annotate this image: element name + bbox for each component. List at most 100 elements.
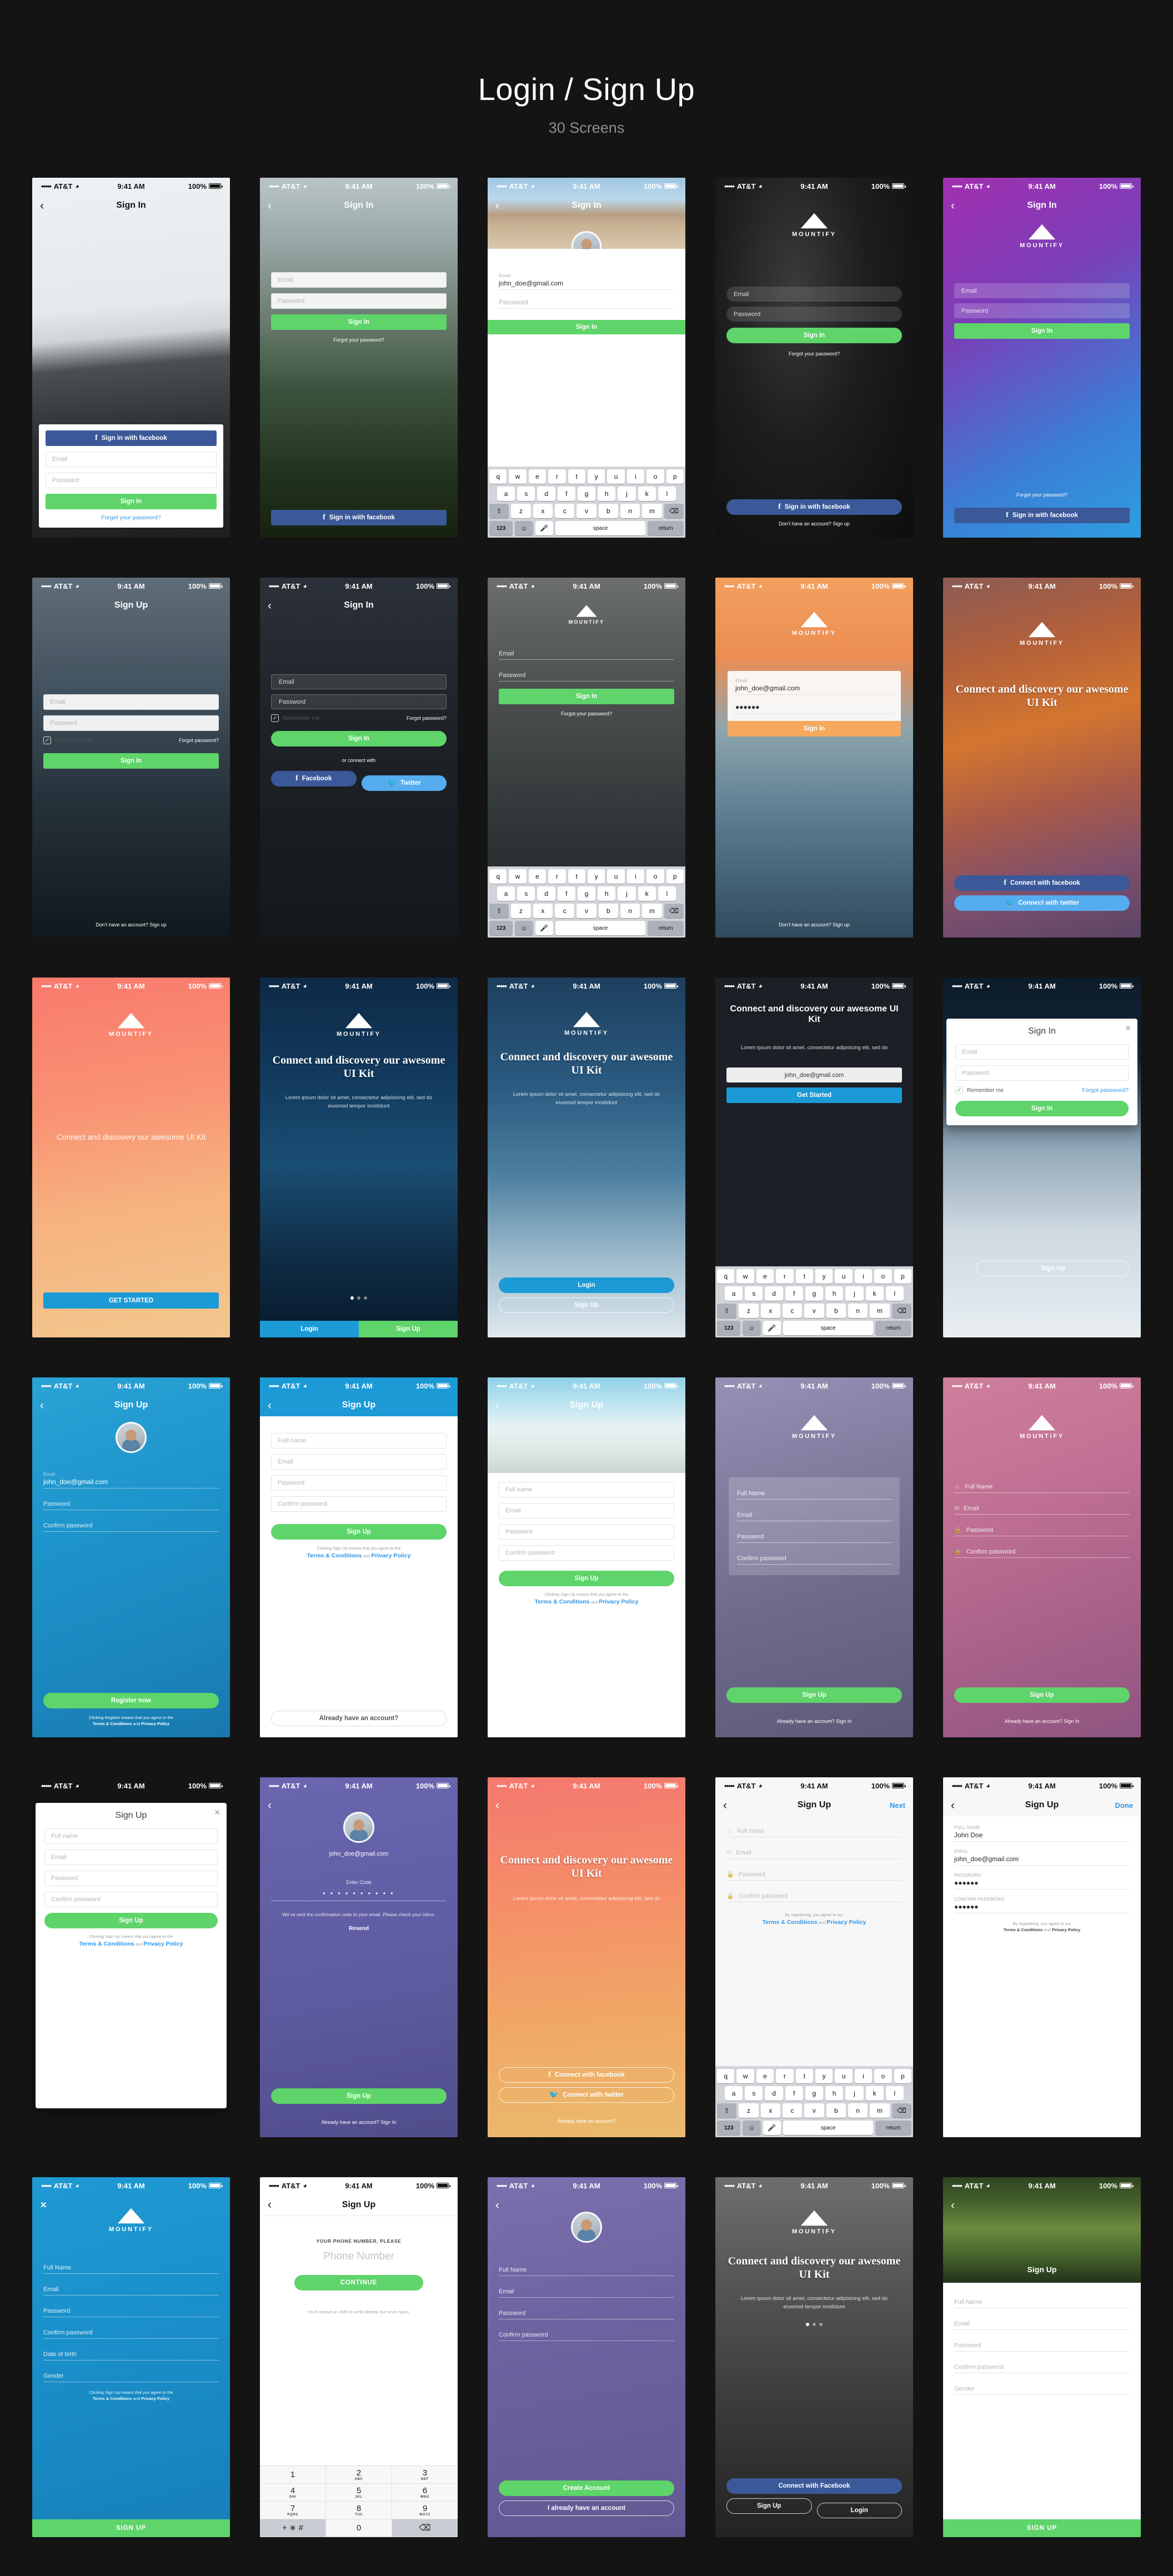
terms-link[interactable]: Terms & Conditions (307, 1552, 362, 1559)
signin-link[interactable]: Already have an account? Sign In (943, 1718, 1141, 1724)
key[interactable]: y (815, 2069, 833, 2083)
screen-signup-violet[interactable]: ••••• AT&T ◕ 9:41 AM 100% MOUNTIFY Full Na… (715, 1377, 913, 1737)
screen-onboarding-city[interactable]: ••••• AT&T ◕ 9:41 AM 100% MOUNTIFY Connect… (260, 978, 458, 1337)
dial-key[interactable]: 7 PQRS (260, 2502, 326, 2519)
twitter-connect-button[interactable]: 🐦 Connect with twitter (954, 895, 1130, 911)
screen-signin-forest[interactable]: ••••• AT&T ◕ 9:41 AM 100% ‹ Sign In Email … (260, 178, 458, 538)
password-input[interactable]: Password (44, 1871, 218, 1886)
key[interactable]: t (568, 869, 585, 884)
key[interactable]: a (725, 1286, 743, 1301)
key[interactable]: f (557, 487, 575, 501)
shift-key[interactable]: ⇧ (489, 904, 509, 918)
shift-key[interactable]: ⇧ (717, 1304, 737, 1318)
key[interactable]: w (736, 1269, 754, 1284)
back-icon[interactable]: ‹ (268, 2199, 272, 2211)
key[interactable]: v (577, 904, 596, 918)
key[interactable]: b (598, 504, 618, 518)
backspace-key[interactable]: ⌫ (664, 904, 684, 918)
screen-signin-purple[interactable]: ••••• AT&T ◕ 9:41 AM 100% ‹ Sign In MOUNTI… (943, 178, 1141, 538)
signup-button[interactable]: Sign Up (271, 2088, 447, 2104)
privacy-link[interactable]: Privacy Policy (599, 1598, 638, 1605)
mic-icon[interactable]: 🎤 (763, 1321, 781, 1335)
key[interactable]: p (666, 469, 684, 484)
mic-icon[interactable]: 🎤 (535, 921, 553, 935)
key[interactable]: u (835, 2069, 853, 2083)
signup-button[interactable]: SIGN UP (943, 2519, 1141, 2537)
remember-me-checkbox[interactable]: ✓ Remember me (955, 1086, 1004, 1094)
fullname-input[interactable]: Full Name (43, 2259, 219, 2274)
gender-input[interactable]: Gender (43, 2368, 219, 2382)
signup-link[interactable]: Don’t have an account? Sign up (32, 922, 230, 928)
signup-button[interactable]: Sign Up (954, 1687, 1130, 1703)
screen-connect-canyon[interactable]: ••••• AT&T ◕ 9:41 AM 100% MOUNTIFY Connect… (943, 578, 1141, 938)
key[interactable]: s (517, 886, 535, 901)
back-icon[interactable]: ‹ (951, 1800, 955, 1811)
key[interactable]: e (528, 869, 547, 884)
terms-link[interactable]: Terms & Conditions (535, 1598, 590, 1605)
keyboard[interactable]: q w e r t y u i o p a s d f g h j k l ⇧ … (715, 1266, 913, 1337)
screen-signup-rose[interactable]: ••••• AT&T ◕ 9:41 AM 100% MOUNTIFY ☺ Full N… (943, 1377, 1141, 1737)
screen-signin-road[interactable]: ••••• AT&T ◕ 9:41 AM 100% ‹ Sign In f Sign … (32, 178, 230, 538)
login-button[interactable]: Login (260, 1321, 359, 1337)
signin-button[interactable]: Sign In (271, 731, 447, 746)
password-input[interactable]: ●●●●●● (735, 702, 893, 714)
privacy-link[interactable]: Privacy Policy (371, 1552, 410, 1559)
terms-link[interactable]: Terms & Conditions (763, 1919, 818, 1926)
key[interactable]: g (577, 886, 596, 901)
email-input[interactable]: Email john_doe@gmail.com (499, 273, 674, 290)
confirm-password-field[interactable]: CONFIRM PASSWORD ●●●●●● (954, 1897, 1130, 1913)
key[interactable]: j (845, 1286, 864, 1301)
email-input[interactable]: john_doe@gmail.com (726, 1068, 902, 1082)
key[interactable]: y (588, 469, 605, 484)
facebook-signin-button[interactable]: f Sign in with facebook (954, 508, 1130, 523)
terms-link[interactable]: Terms & Conditions (93, 1721, 132, 1726)
back-icon[interactable]: ‹ (40, 1400, 44, 1411)
key[interactable]: z (739, 1304, 759, 1318)
signin-button[interactable]: Sign In (488, 320, 685, 334)
numeric-key[interactable]: 123 (489, 521, 513, 535)
privacy-link[interactable]: Privacy Policy (143, 1941, 183, 1947)
avatar[interactable] (116, 1422, 147, 1453)
key[interactable]: d (537, 886, 555, 901)
email-input[interactable]: ✉ Email (726, 1845, 902, 1859)
key[interactable]: d (537, 487, 555, 501)
login-button[interactable]: Login (499, 1277, 674, 1293)
key[interactable]: l (885, 1286, 904, 1301)
fullname-input[interactable]: Full Name (954, 2294, 1130, 2308)
password-input[interactable]: Password (46, 473, 217, 488)
password-input[interactable]: Password (499, 2305, 674, 2319)
back-icon[interactable]: ‹ (951, 2199, 955, 2211)
key[interactable]: m (870, 2103, 890, 2118)
screen-getstarted-keyboard[interactable]: ••••• AT&T ◕ 9:41 AM 100% Connect and disc… (715, 978, 913, 1337)
signup-button[interactable]: Sign Up (499, 1297, 674, 1313)
email-input[interactable]: Email (43, 694, 219, 710)
confirm-password-input[interactable]: Confirm password (499, 2327, 674, 2341)
email-input[interactable]: Email (499, 2283, 674, 2298)
key[interactable]: e (528, 469, 547, 484)
key[interactable]: r (776, 1269, 794, 1284)
key[interactable]: c (783, 1304, 803, 1318)
key[interactable]: v (577, 504, 596, 518)
password-input[interactable]: Password (726, 307, 902, 322)
signup-button[interactable]: Sign Up (359, 1321, 458, 1337)
confirm-password-input[interactable]: Confirm password (43, 2324, 219, 2339)
dial-key[interactable]: 2 ABC (326, 2466, 392, 2484)
phone-input[interactable]: Phone Number (271, 2251, 447, 2263)
dial-key[interactable]: 1 (260, 2466, 326, 2484)
key[interactable]: c (555, 504, 575, 518)
facebook-connect-button[interactable]: f Connect with facebook (499, 2067, 674, 2083)
back-icon[interactable]: ‹ (40, 200, 44, 212)
key[interactable]: o (874, 1269, 892, 1284)
space-key[interactable]: space (555, 921, 646, 935)
key[interactable]: f (785, 2086, 803, 2101)
return-key[interactable]: return (875, 1321, 911, 1335)
mic-icon[interactable]: 🎤 (763, 2121, 781, 2135)
password-input[interactable]: 🔒 Password (726, 1866, 902, 1881)
fullname-input[interactable]: Fulll name (271, 1433, 447, 1449)
key[interactable]: x (760, 2103, 780, 2118)
key[interactable]: s (745, 1286, 763, 1301)
password-input[interactable]: Password (271, 694, 447, 709)
numeric-key[interactable]: 123 (717, 2121, 741, 2135)
back-icon[interactable]: ‹ (268, 1800, 272, 1811)
done-button[interactable]: Done (1115, 1801, 1134, 1810)
